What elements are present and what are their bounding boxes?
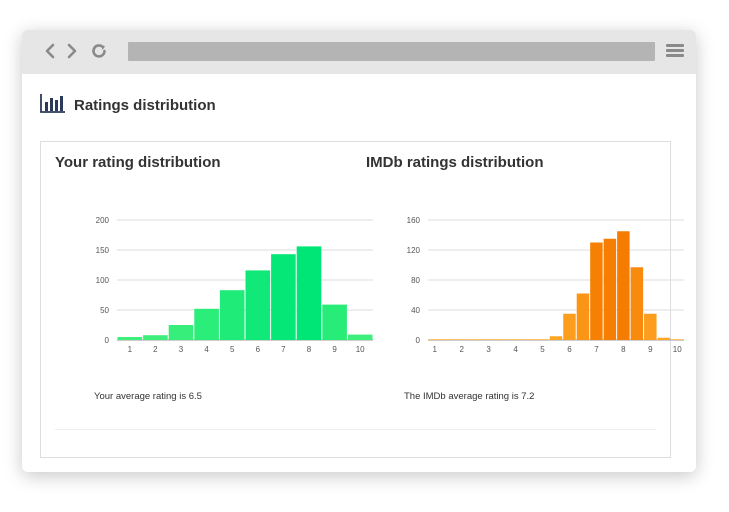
x-tick-label: 9 xyxy=(648,345,653,354)
x-tick-label: 2 xyxy=(153,345,158,354)
x-tick-label: 7 xyxy=(594,345,599,354)
y-tick-label: 150 xyxy=(96,246,110,255)
x-tick-label: 1 xyxy=(128,345,133,354)
x-tick-label: 10 xyxy=(673,345,682,354)
bar xyxy=(576,293,590,340)
bar xyxy=(143,335,168,340)
x-tick-label: 4 xyxy=(204,345,209,354)
bar xyxy=(245,270,271,340)
bar xyxy=(563,313,576,340)
bar xyxy=(549,336,563,340)
bar xyxy=(536,339,549,340)
bar xyxy=(630,267,644,340)
bar xyxy=(657,337,671,340)
chevron-left-icon[interactable] xyxy=(40,41,60,61)
imdb-rating-chart: 0 40 80 120 160 1 2 3 4 5 6 7 8 9 10 xyxy=(407,216,684,354)
x-tick-label: 6 xyxy=(256,345,261,354)
y-tick-label: 40 xyxy=(411,306,420,315)
bar xyxy=(482,339,495,340)
x-tick-label: 8 xyxy=(307,345,312,354)
x-tick-label: 8 xyxy=(621,345,626,354)
your-rating-title: Your rating distribution xyxy=(55,154,221,171)
page-title: Ratings distribution xyxy=(74,96,216,114)
bar xyxy=(590,242,603,340)
imdb-rating-title: IMDb ratings distribution xyxy=(366,154,544,171)
bar xyxy=(271,254,296,340)
y-tick-label: 80 xyxy=(411,276,420,285)
bar xyxy=(117,337,143,340)
bar xyxy=(617,231,630,340)
chevron-right-icon[interactable] xyxy=(62,41,82,61)
x-tick-label: 7 xyxy=(281,345,286,354)
imdb-average-rating: The IMDb average rating is 7.2 xyxy=(404,391,535,402)
y-tick-label: 100 xyxy=(96,276,110,285)
bar xyxy=(441,339,455,340)
hamburger-menu-icon[interactable] xyxy=(666,44,684,58)
y-tick-label: 0 xyxy=(416,336,421,345)
y-tick-label: 50 xyxy=(100,306,109,315)
x-tick-label: 1 xyxy=(433,345,438,354)
address-bar[interactable] xyxy=(128,42,655,61)
x-tick-label: 9 xyxy=(332,345,337,354)
bar xyxy=(468,339,482,340)
card-divider xyxy=(55,429,656,430)
bar-chart-icon xyxy=(40,93,66,118)
reload-icon[interactable] xyxy=(89,41,109,61)
x-tick-label: 6 xyxy=(567,345,572,354)
bar xyxy=(322,304,347,340)
your-rating-chart: 0 50 100 150 200 1 2 3 4 5 6 7 8 9 10 xyxy=(96,216,373,354)
your-average-rating: Your average rating is 6.5 xyxy=(94,391,202,402)
page-content: Ratings distribution Your rating distrib… xyxy=(22,74,696,472)
bar xyxy=(168,325,194,340)
bar xyxy=(671,339,684,340)
x-tick-label: 5 xyxy=(540,345,545,354)
bar xyxy=(603,238,617,340)
x-tick-label: 5 xyxy=(230,345,235,354)
y-tick-label: 160 xyxy=(407,216,421,225)
x-tick-label: 4 xyxy=(513,345,518,354)
bar xyxy=(644,313,657,340)
x-tick-label: 3 xyxy=(486,345,491,354)
x-tick-label: 2 xyxy=(459,345,464,354)
bar xyxy=(509,339,522,340)
bar xyxy=(522,339,536,340)
bar xyxy=(219,290,245,340)
bar xyxy=(495,339,509,340)
y-tick-label: 0 xyxy=(105,336,110,345)
ratings-card: Your rating distribution IMDb ratings di… xyxy=(40,141,684,458)
bar xyxy=(194,308,219,340)
browser-toolbar xyxy=(22,30,696,74)
bar xyxy=(455,339,468,340)
browser-window: Ratings distribution Your rating distrib… xyxy=(22,30,696,472)
bar xyxy=(428,339,441,340)
x-tick-label: 3 xyxy=(179,345,184,354)
page-header: Ratings distribution xyxy=(40,92,216,118)
bar xyxy=(347,334,373,340)
y-tick-label: 120 xyxy=(407,246,421,255)
x-tick-label: 10 xyxy=(356,345,365,354)
y-tick-label: 200 xyxy=(96,216,110,225)
bar xyxy=(296,246,322,340)
